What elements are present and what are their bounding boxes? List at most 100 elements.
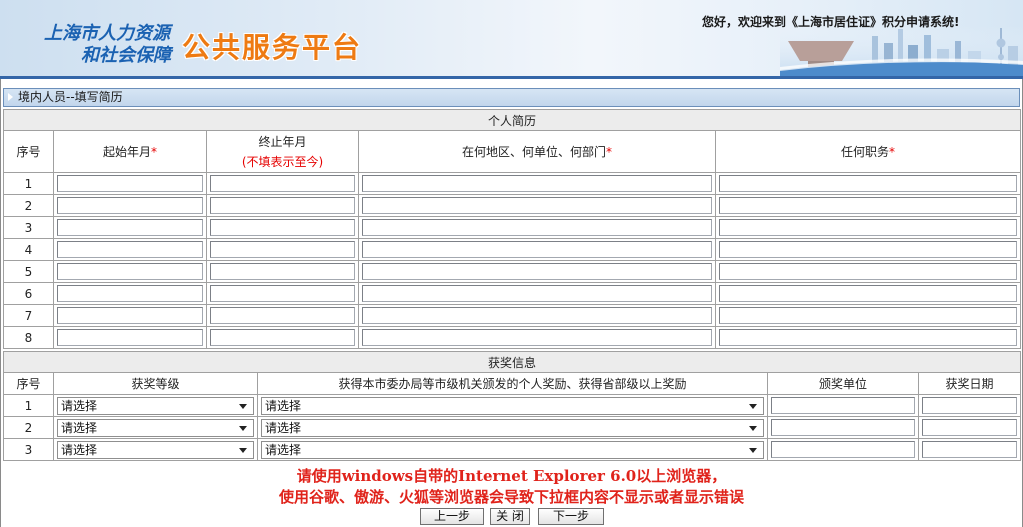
position-cell [714,304,1022,327]
location-cell [358,260,716,283]
location-input[interactable] [362,219,712,236]
issuer-input[interactable] [771,441,915,458]
end-month-input[interactable] [210,241,355,258]
column-label: 终止年月 [258,135,307,149]
position-cell [714,194,1022,217]
award-name-cell: 请选择 [257,416,768,439]
resume-table: 个人简历 序号 起始年月* 终止年月 (不填表示至今) 在何地区、何单位、何部门*… [2,109,1022,349]
award-date-cell [917,438,1022,461]
position-input[interactable] [719,263,1018,280]
location-input[interactable] [362,285,712,302]
dropdown-arrow-icon [749,425,757,431]
end-month-cell [206,216,359,239]
start-month-input[interactable] [57,197,203,214]
end-month-input[interactable] [210,219,355,236]
row-index: 1 [3,394,54,417]
section-title-bar: 境内人员--填写简历 [3,88,1020,107]
position-input[interactable] [719,241,1018,258]
position-cell [714,172,1022,195]
location-input[interactable] [362,241,712,258]
form-content: 个人简历 序号 起始年月* 终止年月 (不填表示至今) 在何地区、何单位、何部门*… [2,109,1022,461]
issuer-cell [767,416,919,439]
end-month-cell [206,194,359,217]
position-input[interactable] [719,219,1018,236]
award-row: 3 请选择 请选择 [3,438,1022,461]
end-month-cell [206,260,359,283]
column-label: 颁奖单位 [818,377,867,391]
position-cell [714,216,1022,239]
issuer-input[interactable] [771,419,915,436]
award-date-cell [917,394,1022,417]
platform-title: 公共服务平台 [182,31,363,64]
triangle-right-icon [8,93,13,101]
end-month-cell [206,304,359,327]
next-step-button[interactable]: 下一步 [538,508,604,525]
column-label: 序号 [16,377,41,391]
award-date-cell [917,416,1022,439]
row-index: 7 [3,304,54,327]
location-input[interactable] [362,175,712,192]
position-cell [714,282,1022,305]
end-month-input[interactable] [210,285,355,302]
resume-header-row: 序号 起始年月* 终止年月 (不填表示至今) 在何地区、何单位、何部门* 任何职务… [3,130,1022,173]
location-input[interactable] [362,307,712,324]
end-month-input[interactable] [210,329,355,346]
position-input[interactable] [719,175,1018,192]
award-date-input[interactable] [922,397,1018,414]
start-month-input[interactable] [57,329,203,346]
location-input[interactable] [362,197,712,214]
start-month-input[interactable] [57,307,203,324]
end-month-input[interactable] [210,197,355,214]
column-label: 任何职务 [841,145,890,159]
column-header-award-level: 获奖等级 [53,372,258,395]
award-date-input[interactable] [922,419,1018,436]
award-level-cell: 请选择 [53,394,258,417]
location-input[interactable] [362,263,712,280]
award-date-input[interactable] [922,441,1018,458]
position-input[interactable] [719,197,1018,214]
start-month-input[interactable] [57,175,203,192]
close-button[interactable]: 关 闭 [490,508,530,525]
start-month-input[interactable] [57,285,203,302]
awards-table: 获奖信息 序号 获奖等级 获得本市委办局等市级机关颁发的个人奖励、获得省部级以上… [2,351,1022,461]
position-input[interactable] [719,329,1018,346]
row-index: 8 [3,326,54,349]
award-name-select[interactable]: 请选择 [261,440,764,459]
position-input[interactable] [719,285,1018,302]
end-month-cell [206,282,359,305]
position-cell [714,238,1022,261]
required-asterisk: * [151,145,157,159]
start-month-input[interactable] [57,219,203,236]
awards-header-row: 序号 获奖等级 获得本市委办局等市级机关颁发的个人奖励、获得省部级以上奖励 颁奖… [3,372,1022,395]
award-name-select[interactable]: 请选择 [261,418,764,437]
dropdown-arrow-icon [749,403,757,409]
column-label: 序号 [16,145,41,159]
column-label: 在何地区、何单位、何部门 [461,145,606,159]
award-level-select[interactable]: 请选择 [57,440,254,459]
award-level-select[interactable]: 请选择 [57,396,254,415]
row-index: 4 [3,238,54,261]
browser-notice-line-2: 使用谷歌、傲游、火狐等浏览器会导致下拉框内容不显示或者显示错误 [278,488,744,506]
logo-line-2: 和社会保障 [81,45,171,66]
start-month-cell [53,304,207,327]
award-level-cell: 请选择 [53,416,258,439]
position-input[interactable] [719,307,1018,324]
award-row: 2 请选择 请选择 [3,416,1022,439]
award-level-select[interactable]: 请选择 [57,418,254,437]
start-month-input[interactable] [57,241,203,258]
issuer-cell [767,438,919,461]
end-month-input[interactable] [210,307,355,324]
issuer-input[interactable] [771,397,915,414]
location-cell [358,238,716,261]
end-month-input[interactable] [210,263,355,280]
award-name-select[interactable]: 请选择 [261,396,764,415]
select-value: 请选择 [61,398,98,413]
position-cell [714,326,1022,349]
dropdown-arrow-icon [239,447,247,453]
end-month-input[interactable] [210,175,355,192]
location-input[interactable] [362,329,712,346]
previous-step-button[interactable]: 上一步 [420,508,484,525]
position-cell [714,260,1022,283]
column-header-end-month: 终止年月 (不填表示至今) [206,130,359,173]
start-month-input[interactable] [57,263,203,280]
